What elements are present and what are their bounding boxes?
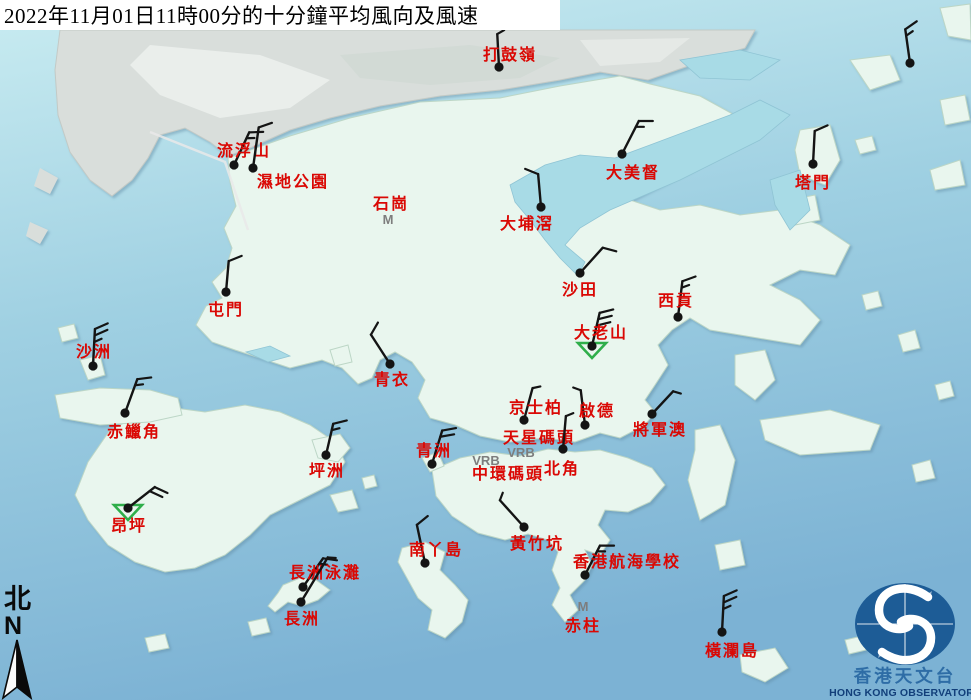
- station-label: 京士柏: [509, 398, 563, 417]
- station-label: 青洲: [416, 441, 452, 460]
- station-dot: [229, 160, 238, 169]
- station-label: 黃竹坑: [509, 534, 564, 553]
- station-dot: [296, 597, 305, 606]
- compass-letter: N: [4, 612, 22, 640]
- station-label: 石崗: [372, 194, 409, 213]
- station-label: 打鼓嶺: [483, 45, 537, 64]
- station-label: 沙洲: [76, 342, 112, 361]
- station-label: 橫瀾島: [705, 641, 759, 660]
- wind-barb-flag: [328, 557, 336, 558]
- airport-island: [55, 388, 182, 425]
- station-dot: [587, 341, 596, 350]
- page-title: 2022年11月01日11時00分的十分鐘平均風向及風速: [4, 0, 478, 30]
- wind-map-screenshot: 打鼓嶺流浮山濕地公園M石崗大美督塔門大埔滘沙田西貢屯門沙洲大老山青衣赤鱲角京士柏…: [0, 0, 971, 700]
- variable-wind-marker: VRB: [507, 445, 534, 460]
- station-dot: [519, 522, 528, 531]
- station-label: 青衣: [374, 370, 410, 389]
- hong-kong-wind-map: 打鼓嶺流浮山濕地公園M石崗大美督塔門大埔滘沙田西貢屯門沙洲大老山青衣赤鱲角京士柏…: [0, 0, 971, 700]
- station-label: 南丫島: [409, 540, 463, 559]
- station-label: 長洲泳灘: [289, 563, 361, 582]
- missing-data-marker: M: [383, 212, 394, 227]
- title-bar: 2022年11月01日11時00分的十分鐘平均風向及風速: [0, 0, 560, 30]
- station-label: 流浮山: [217, 141, 271, 160]
- station-label: 坪洲: [309, 461, 345, 480]
- station-dot: [298, 582, 307, 591]
- station-label: 塔門: [795, 173, 831, 192]
- station-dot: [647, 409, 656, 418]
- station-label: 昂坪: [111, 516, 147, 535]
- station-label: 屯門: [208, 300, 244, 319]
- station-dot: [88, 361, 97, 370]
- station-label: 西貢: [658, 291, 694, 310]
- station-dot: [123, 503, 132, 512]
- station-dot: [120, 408, 129, 417]
- station-label: 大美督: [606, 163, 660, 182]
- station-dot: [617, 149, 626, 158]
- station-dot: [905, 58, 914, 67]
- station-label: 濕地公園: [257, 172, 329, 191]
- station-dot: [575, 268, 584, 277]
- wind-barb-flag: [135, 384, 143, 385]
- station-dot: [580, 420, 589, 429]
- station-dot: [717, 627, 726, 636]
- station-label: 將軍澳: [633, 420, 687, 439]
- station-dot: [221, 287, 230, 296]
- station-label: 長洲: [284, 609, 320, 628]
- station-dot: [420, 558, 429, 567]
- station-label: 中環碼頭: [472, 464, 544, 483]
- station-dot: [808, 159, 817, 168]
- hko-logo-name-cn: 香港天文台: [854, 666, 957, 687]
- station-dot: [673, 312, 682, 321]
- station-dot: [427, 459, 436, 468]
- station-label: 赤柱: [565, 616, 601, 635]
- station-label: 香港航海學校: [572, 552, 681, 571]
- station-dot: [536, 202, 545, 211]
- station-dot: [385, 359, 394, 368]
- station-label: 北角: [544, 459, 580, 478]
- hko-logo-name-en: HONG KONG OBSERVATORY: [829, 687, 971, 699]
- missing-data-marker: M: [578, 599, 589, 614]
- station-label: 沙田: [562, 280, 598, 299]
- station-label: 赤鱲角: [107, 422, 161, 441]
- compass-hanzi: 北: [4, 584, 31, 615]
- station-label: 大老山: [574, 323, 628, 342]
- station-dot: [321, 450, 330, 459]
- station-dot: [580, 570, 589, 579]
- station-label: 大埔滘: [500, 214, 554, 233]
- station-dot: [558, 444, 567, 453]
- station-label: 啟德: [579, 401, 615, 420]
